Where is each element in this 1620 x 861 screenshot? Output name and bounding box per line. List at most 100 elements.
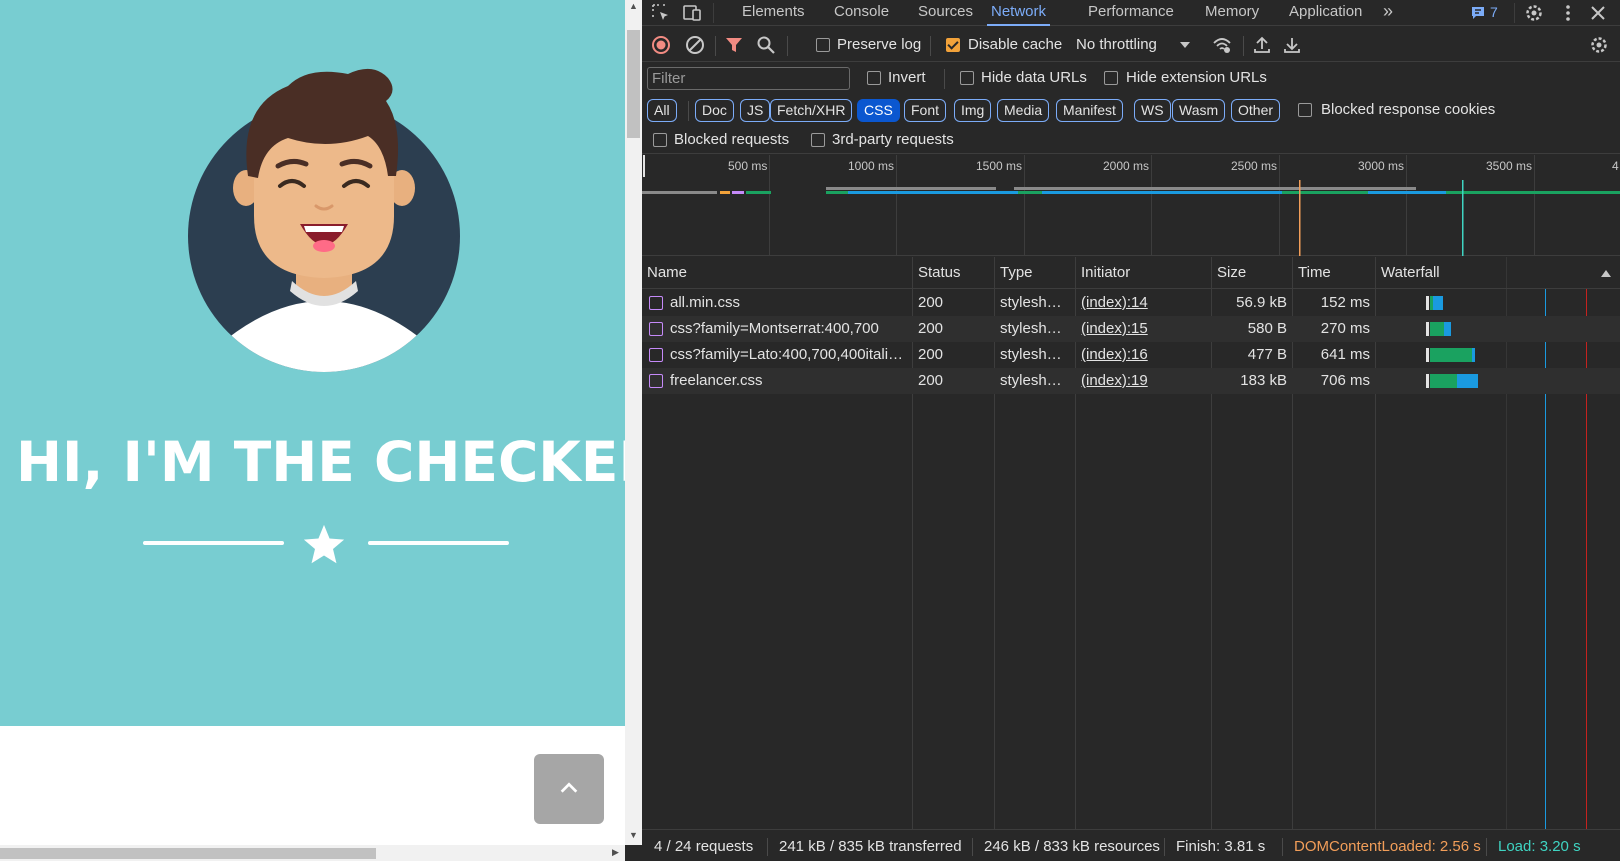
table-row[interactable]: css?family=Montserrat:400,700 200 styles…: [642, 316, 1620, 342]
blocked-response-cookies-checkbox[interactable]: [1298, 103, 1312, 117]
preserve-log-checkbox[interactable]: [816, 38, 830, 52]
filter-chip-media[interactable]: Media: [997, 99, 1050, 122]
request-name[interactable]: all.min.css: [670, 294, 908, 311]
table-row[interactable]: css?family=Lato:400,700,400itali… 200 st…: [642, 342, 1620, 368]
request-time: 641 ms: [1320, 346, 1370, 363]
scroll-up-arrow[interactable]: ▲: [629, 1, 638, 11]
column-header-initiator[interactable]: Initiator: [1081, 264, 1130, 281]
request-size: 477 B: [1247, 346, 1287, 363]
export-har-icon[interactable]: [1282, 35, 1302, 55]
scroll-right-arrow[interactable]: ▶: [612, 847, 619, 858]
request-name[interactable]: freelancer.css: [670, 372, 908, 389]
invert-checkbox[interactable]: [867, 71, 881, 85]
network-settings-gear-icon[interactable]: [1589, 35, 1609, 55]
column-header-size[interactable]: Size: [1217, 264, 1246, 281]
waterfall-bar-download: [1472, 348, 1475, 362]
third-party-requests-label: 3rd-party requests: [832, 131, 954, 148]
filter-chip-wasm[interactable]: Wasm: [1172, 99, 1226, 122]
tab-application[interactable]: Application: [1289, 3, 1362, 26]
scrollbar-thumb[interactable]: [0, 848, 376, 859]
close-icon[interactable]: [1588, 3, 1608, 23]
tab-elements[interactable]: Elements: [742, 3, 805, 26]
table-row[interactable]: all.min.css 200 stylesh… (index):14 56.9…: [642, 290, 1620, 316]
resource-type-filters: All Doc JS Fetch/XHR CSS Font Img Media …: [642, 94, 1620, 126]
filter-funnel-icon[interactable]: [724, 35, 744, 55]
hide-extension-urls-checkbox[interactable]: [1104, 71, 1118, 85]
request-initiator-link[interactable]: (index):14: [1081, 294, 1148, 311]
filter-chip-js[interactable]: JS: [740, 99, 771, 122]
network-overview-timeline[interactable]: 500 ms 1000 ms 1500 ms 2000 ms 2500 ms 3…: [642, 155, 1620, 256]
request-initiator-link[interactable]: (index):16: [1081, 346, 1148, 363]
filter-chip-all[interactable]: All: [647, 99, 677, 122]
more-tabs-icon[interactable]: »: [1383, 1, 1393, 24]
device-toolbar-icon[interactable]: [682, 3, 702, 23]
web-page-viewport: HI, I'M THE CHECKER!: [0, 0, 625, 861]
request-initiator-link[interactable]: (index):19: [1081, 372, 1148, 389]
scrollbar-thumb[interactable]: [627, 30, 640, 138]
request-status: 200: [918, 346, 944, 363]
table-row[interactable]: freelancer.css 200 stylesh… (index):19 1…: [642, 368, 1620, 394]
column-header-time[interactable]: Time: [1298, 264, 1331, 281]
star-icon: [303, 524, 345, 564]
disable-cache-checkbox[interactable]: [946, 38, 960, 52]
filter-chip-img[interactable]: Img: [954, 99, 992, 122]
page-vertical-scrollbar[interactable]: ▲ ▼: [625, 0, 642, 845]
blocked-requests-checkbox[interactable]: [653, 133, 667, 147]
inspect-element-icon[interactable]: [651, 3, 671, 23]
request-name[interactable]: css?family=Montserrat:400,700: [670, 320, 908, 337]
scroll-down-arrow[interactable]: ▼: [629, 830, 638, 840]
more-options-icon[interactable]: [1558, 3, 1578, 23]
filter-chip-fetch-xhr[interactable]: Fetch/XHR: [770, 99, 853, 122]
filter-chip-doc[interactable]: Doc: [695, 99, 734, 122]
hide-data-urls-checkbox[interactable]: [960, 71, 974, 85]
request-status: 200: [918, 294, 944, 311]
search-icon[interactable]: [756, 35, 776, 55]
separator: [930, 36, 931, 56]
column-header-status[interactable]: Status: [918, 264, 961, 281]
request-status: 200: [918, 320, 944, 337]
request-name[interactable]: css?family=Lato:400,700,400itali…: [670, 346, 908, 363]
waterfall-bar-queued: [1426, 374, 1429, 388]
third-party-requests-checkbox[interactable]: [811, 133, 825, 147]
column-header-waterfall[interactable]: Waterfall: [1381, 264, 1440, 281]
network-conditions-icon[interactable]: [1212, 35, 1232, 55]
column-header-type[interactable]: Type: [1000, 264, 1033, 281]
filter-chip-manifest[interactable]: Manifest: [1056, 99, 1123, 122]
page-horizontal-scrollbar[interactable]: ▶: [0, 845, 625, 861]
tab-network[interactable]: Network: [987, 3, 1051, 26]
clear-icon[interactable]: [685, 35, 705, 55]
throttling-select[interactable]: No throttling: [1076, 36, 1157, 53]
issues-icon[interactable]: [1470, 5, 1486, 21]
invert-label: Invert: [888, 69, 926, 86]
waterfall-bar-queued: [1426, 322, 1429, 336]
request-type: stylesh…: [1000, 372, 1062, 389]
finish-time: Finish: 3.81 s: [1176, 838, 1266, 855]
tab-sources[interactable]: Sources: [918, 3, 973, 26]
tab-console[interactable]: Console: [834, 3, 889, 26]
separator: [713, 3, 714, 23]
request-size: 580 B: [1247, 320, 1287, 337]
tab-performance[interactable]: Performance: [1088, 3, 1174, 26]
filter-chip-other[interactable]: Other: [1231, 99, 1281, 122]
chevron-down-icon[interactable]: [1178, 38, 1192, 52]
tab-memory[interactable]: Memory: [1205, 3, 1259, 26]
load-time: Load: 3.20 s: [1498, 838, 1581, 855]
network-request-table: Name Status Type Initiator Size Time Wat…: [642, 257, 1620, 829]
waterfall-bar-queued: [1426, 348, 1429, 362]
import-har-icon[interactable]: [1252, 35, 1272, 55]
record-stop-icon[interactable]: [651, 35, 671, 55]
separator: [1243, 36, 1244, 56]
filter-input[interactable]: [647, 67, 850, 90]
issues-count[interactable]: 7: [1490, 4, 1498, 27]
transferred-size: 241 kB / 835 kB transferred: [779, 838, 962, 855]
sort-ascending-icon[interactable]: [1600, 268, 1612, 278]
filter-chip-css[interactable]: CSS: [857, 99, 900, 122]
request-initiator-link[interactable]: (index):15: [1081, 320, 1148, 337]
request-size: 56.9 kB: [1236, 294, 1287, 311]
scroll-to-top-button[interactable]: [534, 754, 604, 824]
settings-gear-icon[interactable]: [1524, 3, 1544, 23]
column-header-name[interactable]: Name: [647, 264, 687, 281]
filter-chip-ws[interactable]: WS: [1134, 99, 1171, 122]
request-type: stylesh…: [1000, 346, 1062, 363]
filter-chip-font[interactable]: Font: [904, 99, 947, 122]
